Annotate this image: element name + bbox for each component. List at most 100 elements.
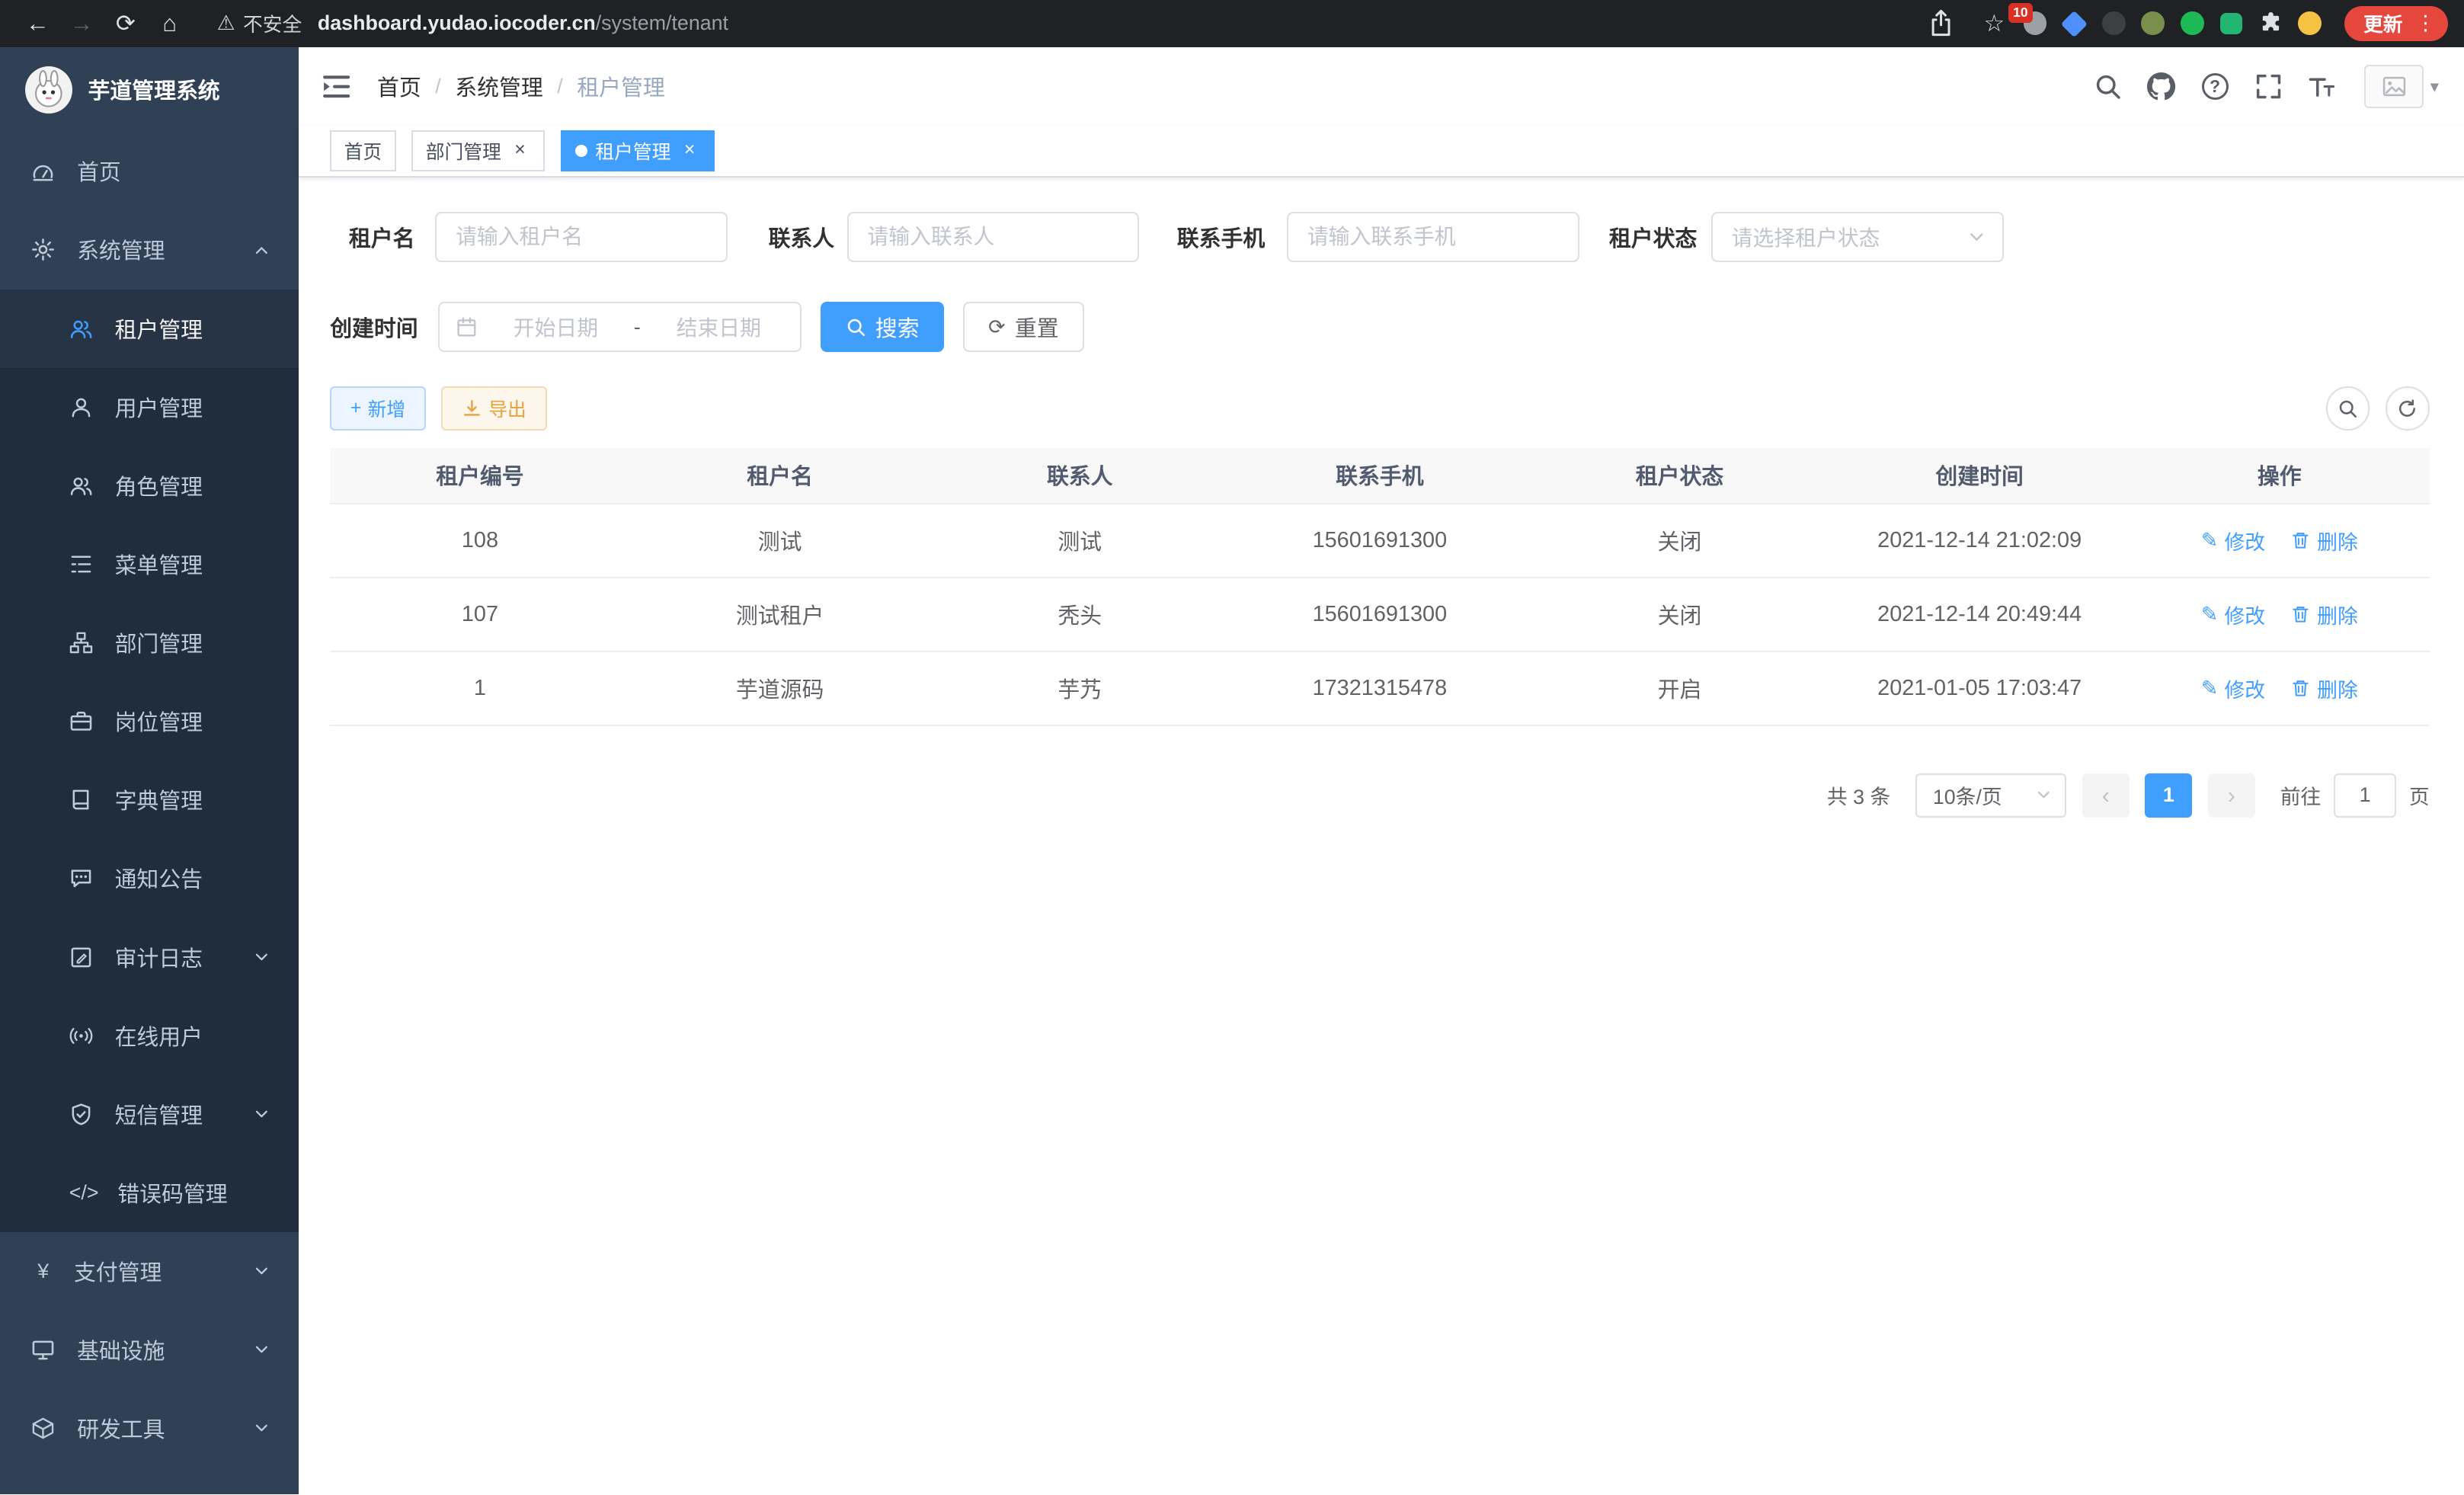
sidebar-item-pay[interactable]: ¥ 支付管理 [0,1232,299,1311]
sidebar-item-label: 审计日志 [115,942,203,973]
goto-page-input[interactable] [2334,773,2397,818]
date-range-picker[interactable]: 开始日期 - 结束日期 [438,302,801,352]
edit-link[interactable]: ✎修改 [2201,600,2265,629]
sidebar-item-dict[interactable]: 字典管理 [0,760,299,839]
dashboard-icon [31,159,55,183]
breadcrumb-separator: / [557,75,562,98]
active-dot [575,145,588,158]
refresh-icon: ⟳ [988,315,1005,339]
home-icon[interactable]: ⌂ [148,5,192,43]
sidebar-item-notice[interactable]: 通知公告 [0,839,299,917]
export-button[interactable]: 导出 [441,386,546,431]
fullscreen-icon[interactable] [2242,72,2295,101]
reload-icon[interactable]: ⟳ [104,5,148,43]
breadcrumb-home[interactable]: 首页 [377,71,421,102]
extension-green-square[interactable] [2217,9,2245,37]
back-icon[interactable]: ← [16,5,60,43]
profile-avatar[interactable] [2296,9,2324,37]
tab-label: 首页 [344,137,382,165]
sidebar-item-tenant[interactable]: 租户管理 [0,290,299,368]
breadcrumb-separator: / [435,75,440,98]
tab-tenant[interactable]: 租户管理 × [561,130,715,171]
tab-dept[interactable]: 部门管理 × [411,130,545,171]
sidebar-logo[interactable]: 芋道管理系统 [0,47,299,132]
sidebar-item-audit-log[interactable]: 审计日志 [0,918,299,997]
extension-dark-circle[interactable] [2100,9,2128,37]
prev-page-button[interactable]: ‹ [2082,773,2130,818]
delete-link[interactable]: 删除 [2290,600,2358,629]
extension-blue-diamond[interactable] [2060,9,2088,37]
sidebar-item-menu[interactable]: 菜单管理 [0,525,299,603]
contact-input[interactable] [847,212,1140,262]
refresh-table-button[interactable] [2386,386,2430,431]
cell-phone: 15601691300 [1230,528,1530,553]
font-size-icon[interactable] [2295,72,2348,101]
extension-with-badge[interactable]: 10 [2021,9,2049,37]
bookmark-star-icon[interactable]: ☆ [1979,5,2010,43]
search-button[interactable]: 搜索 [821,302,945,352]
tab-label: 部门管理 [426,137,501,165]
sidebar-item-system[interactable]: 系统管理 [0,210,299,289]
edit-link[interactable]: ✎修改 [2201,526,2265,555]
close-tab-icon[interactable]: × [679,140,701,162]
tenant-name-input[interactable] [435,212,728,262]
sidebar-item-online-user[interactable]: 在线用户 [0,997,299,1075]
sidebar-item-post[interactable]: 岗位管理 [0,682,299,760]
goto-label: 前往 [2280,780,2322,810]
extensions-puzzle-icon[interactable] [2257,9,2285,37]
extension-olive-circle[interactable] [2139,9,2167,37]
avatar-caret-icon[interactable]: ▾ [2430,76,2446,97]
forward-icon[interactable]: → [59,5,104,43]
edit-icon: ✎ [2201,530,2218,551]
status-placeholder: 请选择租户状态 [1732,222,1880,252]
next-page-button[interactable]: › [2208,773,2255,818]
delete-link[interactable]: 删除 [2290,526,2358,555]
header-search-icon[interactable] [2082,72,2135,101]
column-header: 租户状态 [1530,459,1830,491]
sidebar-item-error-code[interactable]: </> 错误码管理 [0,1154,299,1232]
cell-created: 2021-01-05 17:03:47 [1829,676,2130,701]
search-icon [2338,399,2358,419]
edit-link[interactable]: ✎修改 [2201,674,2265,703]
site-security[interactable]: ⚠ 不安全 [217,9,302,37]
column-header: 租户编号 [330,459,630,491]
tags-view-bar: 首页 部门管理 × 租户管理 × [299,126,2464,178]
help-icon[interactable]: ? [2188,73,2242,100]
chevron-down-icon [2035,786,2053,804]
cell-status: 关闭 [1530,599,1830,630]
reset-button[interactable]: ⟳ 重置 [963,302,1083,352]
chevron-down-icon [253,1420,270,1437]
url-host: dashboard.yudao.iocoder.cn [318,11,596,35]
phone-input[interactable] [1287,212,1579,262]
extension-green-circle[interactable] [2178,9,2206,37]
status-select[interactable]: 请选择租户状态 [1711,212,2004,262]
kebab-menu-icon[interactable]: ⋮ [2415,11,2436,35]
page-size-select[interactable]: 10条/页 [1915,773,2066,818]
sidebar-item-user[interactable]: 用户管理 [0,368,299,447]
sidebar-item-sms[interactable]: 短信管理 [0,1075,299,1154]
github-icon[interactable] [2135,72,2188,101]
toggle-search-button[interactable] [2326,386,2370,431]
page-number-button[interactable]: 1 [2145,773,2192,818]
sidebar-item-dev-tools[interactable]: 研发工具 [0,1389,299,1468]
sidebar-item-infra[interactable]: 基础设施 [0,1311,299,1389]
sidebar-item-home[interactable]: 首页 [0,132,299,210]
tab-home[interactable]: 首页 [330,130,396,171]
breadcrumb-section[interactable]: 系统管理 [455,71,542,102]
address-bar[interactable]: dashboard.yudao.iocoder.cn /system/tenan… [318,11,728,35]
add-button[interactable]: + 新增 [330,386,426,431]
delete-link[interactable]: 删除 [2290,674,2358,703]
chrome-update-button[interactable]: 更新 ⋮ [2344,6,2448,40]
page-content: 租户名 联系人 联系手机 租户状态 请选择租户状态 [299,178,2464,1494]
cell-tenant-id: 108 [330,528,630,553]
collapse-sidebar-icon[interactable] [321,71,352,102]
end-date-placeholder: 结束日期 [653,312,784,342]
sidebar-item-dept[interactable]: 部门管理 [0,603,299,682]
close-tab-icon[interactable]: × [509,140,531,162]
share-icon[interactable] [1914,9,1967,37]
pagination: 共 3 条 10条/页 ‹ 1 › 前往 页 [330,773,2430,818]
user-avatar[interactable] [2364,65,2424,109]
table-row: 107 测试租户 秃头 15601691300 关闭 2021-12-14 20… [330,578,2430,652]
sidebar-item-role[interactable]: 角色管理 [0,447,299,525]
download-icon [462,399,482,419]
